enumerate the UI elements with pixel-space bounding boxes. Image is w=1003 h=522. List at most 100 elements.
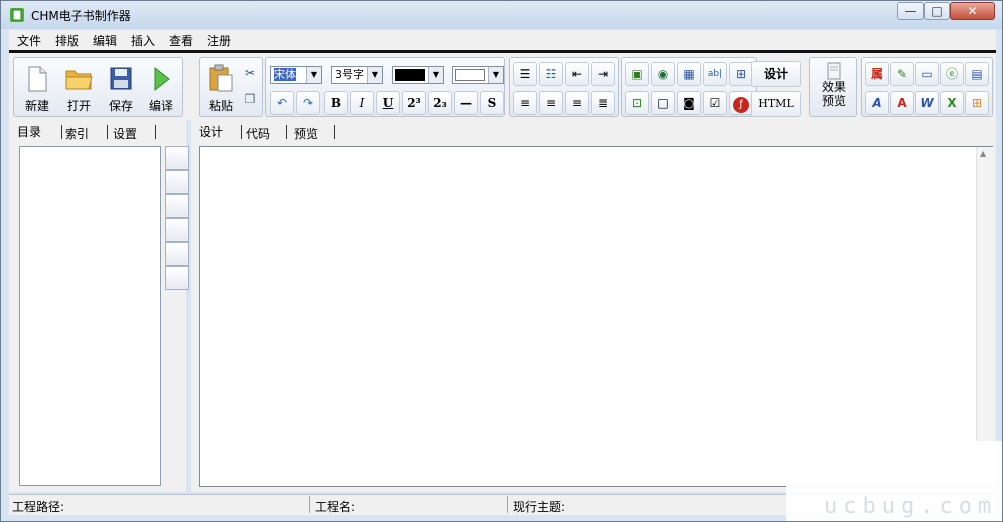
paste-button[interactable]: 粘贴	[202, 64, 240, 114]
italic-button[interactable]: I	[350, 91, 374, 115]
watermark: ucbug.com	[786, 441, 1002, 521]
align-left-icon: ≡	[519, 96, 531, 110]
radio-icon: ◙	[683, 96, 695, 110]
side-button-4[interactable]	[165, 218, 189, 242]
maximize-button[interactable]: □	[924, 2, 950, 20]
tab-index[interactable]: 索引	[65, 125, 89, 142]
menu-file[interactable]: 文件	[17, 32, 41, 49]
align-right-button[interactable]: ≡	[565, 91, 589, 115]
new-button[interactable]: 新建	[18, 64, 56, 114]
bold-button[interactable]: B	[324, 91, 348, 115]
menu-register[interactable]: 注册	[207, 32, 231, 49]
font-color-select[interactable]: ▼	[392, 66, 444, 84]
font-color-swatch	[395, 69, 425, 81]
insert-frame-button[interactable]: ⊡	[625, 91, 649, 115]
eyedropper-icon: ✎	[896, 67, 908, 81]
app-window: CHM电子书制作器 — □ ✕ 文件 排版 编辑 插入 查看 注册 新建 打开 …	[0, 0, 1003, 522]
project-path-label: 工程路径:	[12, 500, 65, 514]
insert-link-button[interactable]: ◉	[651, 62, 675, 86]
side-button-6[interactable]	[165, 266, 189, 290]
indent-button[interactable]: ⇥	[591, 62, 615, 86]
editor-canvas[interactable]	[199, 146, 993, 487]
ie-icon: ⓔ	[945, 67, 958, 81]
undo-button[interactable]: ↶	[270, 91, 294, 115]
side-button-3[interactable]	[165, 194, 189, 218]
html-mode-button[interactable]: HTML	[751, 91, 801, 117]
globe-icon: ◉	[657, 67, 669, 81]
font-style-button[interactable]: A	[865, 91, 889, 115]
menu-layout[interactable]: 排版	[55, 32, 79, 49]
bullet-list-button[interactable]: ☷	[539, 62, 563, 86]
menu-view[interactable]: 查看	[169, 32, 193, 49]
text-color-button[interactable]: A	[890, 91, 914, 115]
bullet-list-icon: ☷	[545, 67, 557, 81]
undo-icon: ↶	[276, 96, 288, 110]
underline-button[interactable]: U	[376, 91, 400, 115]
minimize-button[interactable]: —	[897, 2, 924, 20]
menu-bar: 文件 排版 编辑 插入 查看 注册	[9, 30, 996, 50]
excel-import-button[interactable]: X	[940, 91, 964, 115]
tab-toc[interactable]: 目录	[17, 123, 41, 140]
chevron-down-icon: ▼	[306, 67, 321, 83]
cut-button[interactable]: ✂	[238, 62, 262, 86]
ordered-list-button[interactable]: ☰	[513, 62, 537, 86]
toc-tree[interactable]	[19, 146, 161, 486]
font-group: 宋体 ▼ 3号字 ▼ ▼ ▼ ↶ ↷ B I U 2³ 2₃ — S	[265, 57, 505, 117]
insert-radio-button[interactable]: ◙	[677, 91, 701, 115]
web-button[interactable]: ⓔ	[940, 62, 964, 86]
toolbar: 新建 打开 保存 编译 粘贴 ✂ ❐ 宋体 ▼ 3号字 ▼ ▼ ▼ ↶ ↷ B …	[9, 50, 996, 120]
form-icon: ▤	[971, 67, 983, 81]
font-size-select[interactable]: 3号字 ▼	[331, 66, 383, 84]
justify-button[interactable]: ≣	[591, 91, 615, 115]
preview-group: 效果预览	[809, 57, 857, 117]
tab-separator	[334, 125, 335, 139]
editor-scrollbar[interactable]: ▲	[976, 147, 993, 486]
insert-textbox-button[interactable]: ab|	[703, 62, 727, 86]
app-icon	[10, 8, 24, 22]
scroll-up-icon[interactable]: ▲	[980, 149, 986, 158]
preview-button[interactable]: 效果预览	[814, 62, 854, 112]
tab-design[interactable]: 设计	[199, 123, 223, 140]
marquee-button[interactable]: ▭	[915, 62, 939, 86]
design-mode-button[interactable]: 设计	[751, 61, 801, 87]
form-button[interactable]: ▤	[965, 62, 989, 86]
properties-icon: 属	[870, 67, 883, 81]
plugins-button[interactable]: ⊞	[965, 91, 989, 115]
insert-image-button[interactable]: ▣	[625, 62, 649, 86]
box-icon: □	[657, 96, 669, 110]
word-import-button[interactable]: W	[915, 91, 939, 115]
text-color-icon: A	[897, 96, 907, 110]
tab-code[interactable]: 代码	[246, 125, 270, 142]
align-left-button[interactable]: ≡	[513, 91, 537, 115]
ordered-list-icon: ☰	[519, 67, 531, 81]
insert-table-button[interactable]: ▦	[677, 62, 701, 86]
superscript-button[interactable]: 2³	[402, 91, 426, 115]
word-icon: W	[920, 96, 934, 110]
current-topic-label: 现行主题:	[513, 500, 566, 514]
properties-button[interactable]: 属	[865, 62, 889, 86]
menu-edit[interactable]: 编辑	[93, 32, 117, 49]
save-button[interactable]: 保存	[102, 64, 140, 114]
insert-box-button[interactable]: □	[651, 91, 675, 115]
tab-preview[interactable]: 预览	[294, 125, 318, 142]
font-name-select[interactable]: 宋体 ▼	[270, 66, 322, 84]
align-center-button[interactable]: ≡	[539, 91, 563, 115]
side-button-1[interactable]	[165, 146, 189, 170]
side-button-5[interactable]	[165, 242, 189, 266]
open-button[interactable]: 打开	[60, 64, 98, 114]
outdent-button[interactable]: ⇤	[565, 62, 589, 86]
subscript-button[interactable]: 2₃	[428, 91, 452, 115]
tab-settings[interactable]: 设置	[113, 125, 137, 142]
menu-insert[interactable]: 插入	[131, 32, 155, 49]
compile-button[interactable]: 编译	[142, 64, 180, 114]
insert-checkbox-button[interactable]: ☑	[703, 91, 727, 115]
redo-button[interactable]: ↷	[296, 91, 320, 115]
side-button-2[interactable]	[165, 170, 189, 194]
strikethrough-button[interactable]: S	[480, 91, 504, 115]
back-color-select[interactable]: ▼	[452, 66, 504, 84]
copy-button[interactable]: ❐	[238, 88, 262, 112]
field-icon: ⊞	[735, 67, 747, 81]
close-button[interactable]: ✕	[950, 2, 995, 20]
horizontal-rule-button[interactable]: —	[454, 91, 478, 115]
color-picker-button[interactable]: ✎	[890, 62, 914, 86]
